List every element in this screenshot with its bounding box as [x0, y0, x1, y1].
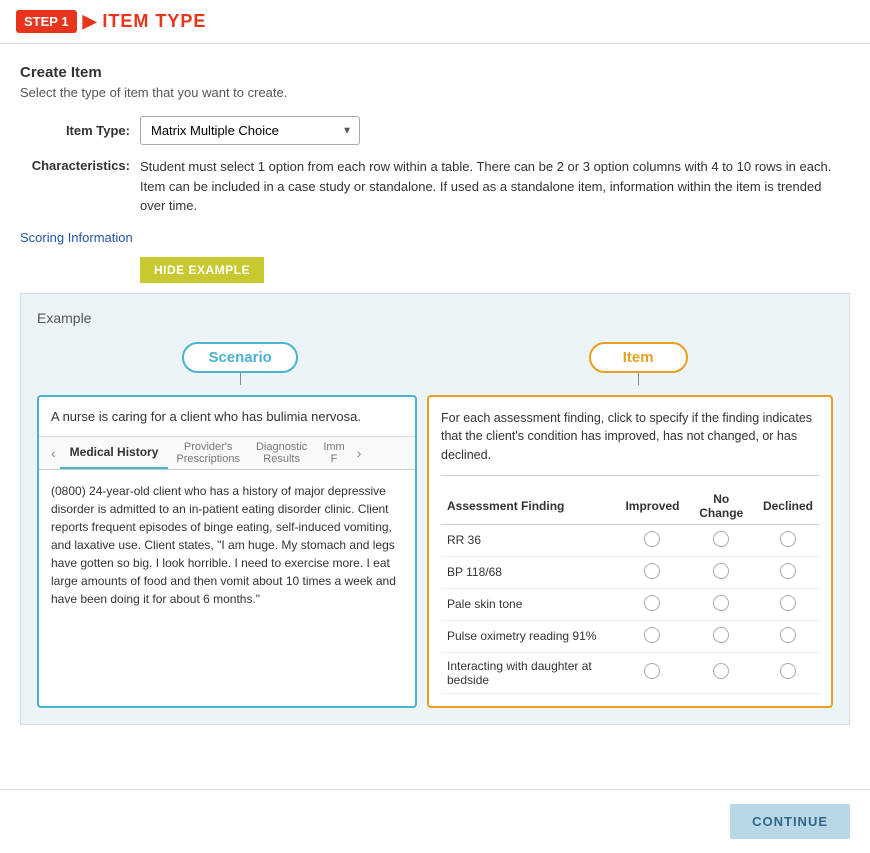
scenario-intro: A nurse is caring for a client who has b… — [39, 397, 415, 437]
finding-cell: BP 118/68 — [441, 556, 619, 588]
improved-radio[interactable] — [644, 663, 660, 679]
example-columns: A nurse is caring for a client who has b… — [37, 395, 833, 708]
item-column: For each assessment finding, click to sp… — [427, 395, 833, 708]
footer-bar: CONTINUE — [0, 789, 870, 853]
tab-prev-arrow[interactable]: ‹ — [47, 437, 60, 469]
scenario-column: A nurse is caring for a client who has b… — [37, 395, 417, 708]
tab-next-arrow[interactable]: › — [353, 437, 366, 469]
matrix-row: Pulse oximetry reading 91% — [441, 620, 819, 652]
continue-button[interactable]: CONTINUE — [730, 804, 850, 839]
declined-radio[interactable] — [780, 531, 796, 547]
declined-cell[interactable] — [757, 652, 819, 693]
hide-example-wrapper: HIDE EXAMPLE — [20, 257, 850, 283]
page-header: STEP 1 ▶ ITEM TYPE — [0, 0, 870, 44]
no-change-cell[interactable] — [685, 652, 757, 693]
improved-cell[interactable] — [619, 556, 685, 588]
col-header-declined: Declined — [757, 488, 819, 525]
declined-cell[interactable] — [757, 588, 819, 620]
item-label-wrapper: Item — [589, 342, 688, 385]
finding-cell: Pulse oximetry reading 91% — [441, 620, 619, 652]
scoring-link[interactable]: Scoring Information — [20, 230, 133, 245]
improved-cell[interactable] — [619, 524, 685, 556]
declined-radio[interactable] — [780, 627, 796, 643]
item-type-label: Item Type: — [20, 123, 130, 138]
scenario-label: Scenario — [182, 342, 297, 373]
tab-diagnostic[interactable]: DiagnosticResults — [248, 437, 315, 469]
no-change-radio[interactable] — [713, 663, 729, 679]
no-change-cell[interactable] — [685, 620, 757, 652]
improved-radio[interactable] — [644, 627, 660, 643]
tab-medical-history[interactable]: Medical History — [60, 437, 169, 469]
example-section: Example Scenario Item A nurse is caring … — [20, 293, 850, 725]
create-item-subtitle: Select the type of item that you want to… — [20, 85, 850, 100]
improved-radio[interactable] — [644, 531, 660, 547]
item-type-select-wrapper: Matrix Multiple Choice ▼ — [140, 116, 360, 145]
declined-cell[interactable] — [757, 620, 819, 652]
improved-radio[interactable] — [644, 595, 660, 611]
item-type-select[interactable]: Matrix Multiple Choice — [140, 116, 360, 145]
main-content: Create Item Select the type of item that… — [0, 44, 870, 725]
step-badge: STEP 1 — [16, 10, 77, 33]
finding-cell: Interacting with daughter at bedside — [441, 652, 619, 693]
tabs-row: ‹ Medical History Provider'sPrescription… — [39, 437, 415, 470]
matrix-row: BP 118/68 — [441, 556, 819, 588]
item-instruction: For each assessment finding, click to sp… — [441, 409, 819, 476]
characteristics-row: Characteristics: Student must select 1 o… — [20, 157, 850, 216]
example-labels: Scenario Item — [37, 342, 833, 385]
declined-radio[interactable] — [780, 563, 796, 579]
no-change-radio[interactable] — [713, 563, 729, 579]
create-item-title: Create Item — [20, 64, 850, 81]
hide-example-button[interactable]: HIDE EXAMPLE — [140, 257, 264, 283]
tab-providers[interactable]: Provider'sPrescriptions — [168, 437, 248, 469]
no-change-radio[interactable] — [713, 627, 729, 643]
declined-cell[interactable] — [757, 524, 819, 556]
scenario-body: (0800) 24-year-old client who has a hist… — [39, 470, 415, 620]
improved-cell[interactable] — [619, 620, 685, 652]
declined-cell[interactable] — [757, 556, 819, 588]
improved-cell[interactable] — [619, 652, 685, 693]
col-header-improved: Improved — [619, 488, 685, 525]
no-change-cell[interactable] — [685, 556, 757, 588]
no-change-radio[interactable] — [713, 595, 729, 611]
characteristics-label: Characteristics: — [20, 157, 130, 216]
item-type-row: Item Type: Matrix Multiple Choice ▼ — [20, 116, 850, 145]
col-header-finding: Assessment Finding — [441, 488, 619, 525]
matrix-row: Pale skin tone — [441, 588, 819, 620]
example-title: Example — [37, 310, 833, 326]
declined-radio[interactable] — [780, 663, 796, 679]
finding-cell: RR 36 — [441, 524, 619, 556]
characteristics-text: Student must select 1 option from each r… — [140, 157, 850, 216]
scenario-connector-line — [240, 373, 241, 385]
no-change-radio[interactable] — [713, 531, 729, 547]
no-change-cell[interactable] — [685, 588, 757, 620]
tab-imm[interactable]: ImmF — [315, 437, 352, 469]
finding-cell: Pale skin tone — [441, 588, 619, 620]
col-header-no-change: No Change — [685, 488, 757, 525]
scenario-label-wrapper: Scenario — [182, 342, 297, 385]
page-title: ITEM TYPE — [102, 11, 206, 32]
matrix-table: Assessment Finding Improved No Change De… — [441, 488, 819, 694]
improved-cell[interactable] — [619, 588, 685, 620]
declined-radio[interactable] — [780, 595, 796, 611]
no-change-cell[interactable] — [685, 524, 757, 556]
item-connector-line — [638, 373, 639, 385]
matrix-row: RR 36 — [441, 524, 819, 556]
matrix-row: Interacting with daughter at bedside — [441, 652, 819, 693]
improved-radio[interactable] — [644, 563, 660, 579]
item-label: Item — [589, 342, 688, 373]
chevron-icon: ▶ — [83, 11, 97, 32]
